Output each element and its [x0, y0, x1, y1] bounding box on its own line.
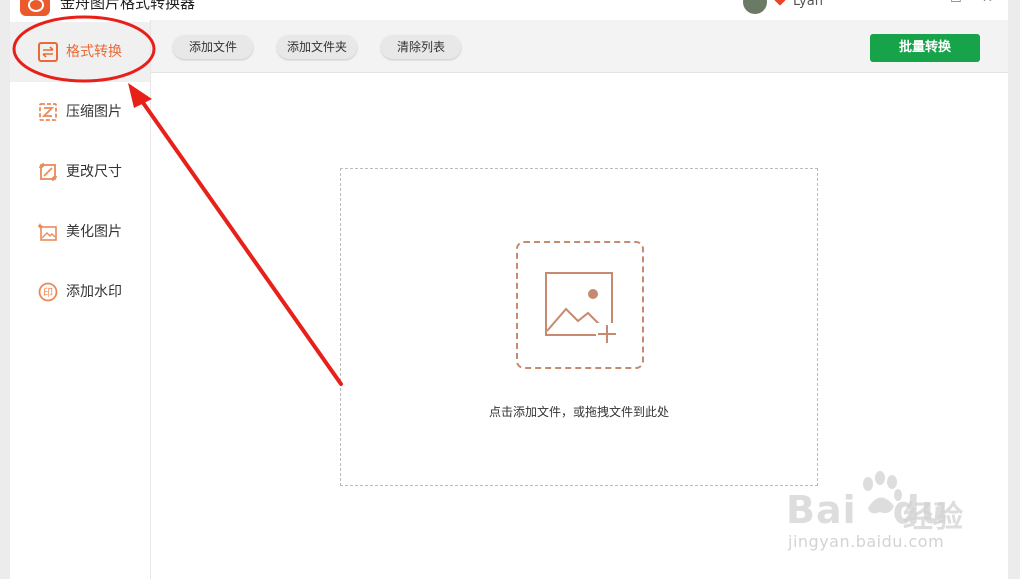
minimize-button[interactable]: —: [912, 0, 925, 6]
resize-icon: [39, 163, 57, 181]
window-right-edge: [1008, 0, 1020, 579]
drop-hint-text: 点击添加文件，或拖拽文件到此处: [488, 405, 669, 419]
window-left-edge: [0, 0, 10, 579]
sidebar-item-compress[interactable]: 压缩图片: [10, 82, 150, 142]
close-button[interactable]: ✕: [982, 0, 993, 6]
add-image-icon: [545, 272, 618, 345]
compress-icon: [39, 103, 57, 121]
sidebar-item-format-convert[interactable]: 格式转换: [10, 22, 150, 82]
sidebar-item-resize[interactable]: 更改尺寸: [10, 142, 150, 202]
add-folder-button[interactable]: 添加文件夹: [277, 35, 357, 59]
title-bar: 金舟图片格式转换器 Lyan — ☐ ✕: [10, 0, 1008, 20]
sidebar-item-label: 格式转换: [66, 44, 122, 60]
sidebar-item-label: 压缩图片: [66, 104, 122, 120]
vip-icon: [774, 0, 786, 6]
batch-convert-button[interactable]: 批量转换: [870, 34, 980, 62]
maximize-button[interactable]: ☐: [950, 0, 962, 6]
sidebar: 格式转换 压缩图片 更改尺寸 美化图片 印 添加水印: [10, 20, 151, 579]
svg-text:印: 印: [43, 287, 53, 299]
sidebar-item-label: 更改尺寸: [66, 164, 122, 180]
convert-icon: [38, 42, 58, 62]
sidebar-item-watermark[interactable]: 印 添加水印: [10, 262, 150, 322]
app-logo-icon: [20, 0, 50, 16]
sidebar-item-label: 美化图片: [66, 224, 122, 240]
app-title: 金舟图片格式转换器: [60, 0, 196, 12]
beautify-icon: [38, 223, 57, 241]
add-image-button[interactable]: [516, 241, 644, 369]
file-drop-zone[interactable]: 点击添加文件，或拖拽文件到此处: [340, 168, 818, 486]
clear-list-button[interactable]: 清除列表: [381, 35, 461, 59]
avatar[interactable]: [743, 0, 767, 14]
add-file-button[interactable]: 添加文件: [173, 35, 253, 59]
user-name[interactable]: Lyan: [793, 0, 823, 9]
main-area: 点击添加文件，或拖拽文件到此处: [151, 73, 1008, 579]
sidebar-item-label: 添加水印: [66, 284, 122, 300]
sidebar-item-beautify[interactable]: 美化图片: [10, 202, 150, 262]
watermark-icon: 印: [38, 282, 58, 302]
toolbar: 添加文件 添加文件夹 清除列表 批量转换: [151, 20, 1008, 73]
